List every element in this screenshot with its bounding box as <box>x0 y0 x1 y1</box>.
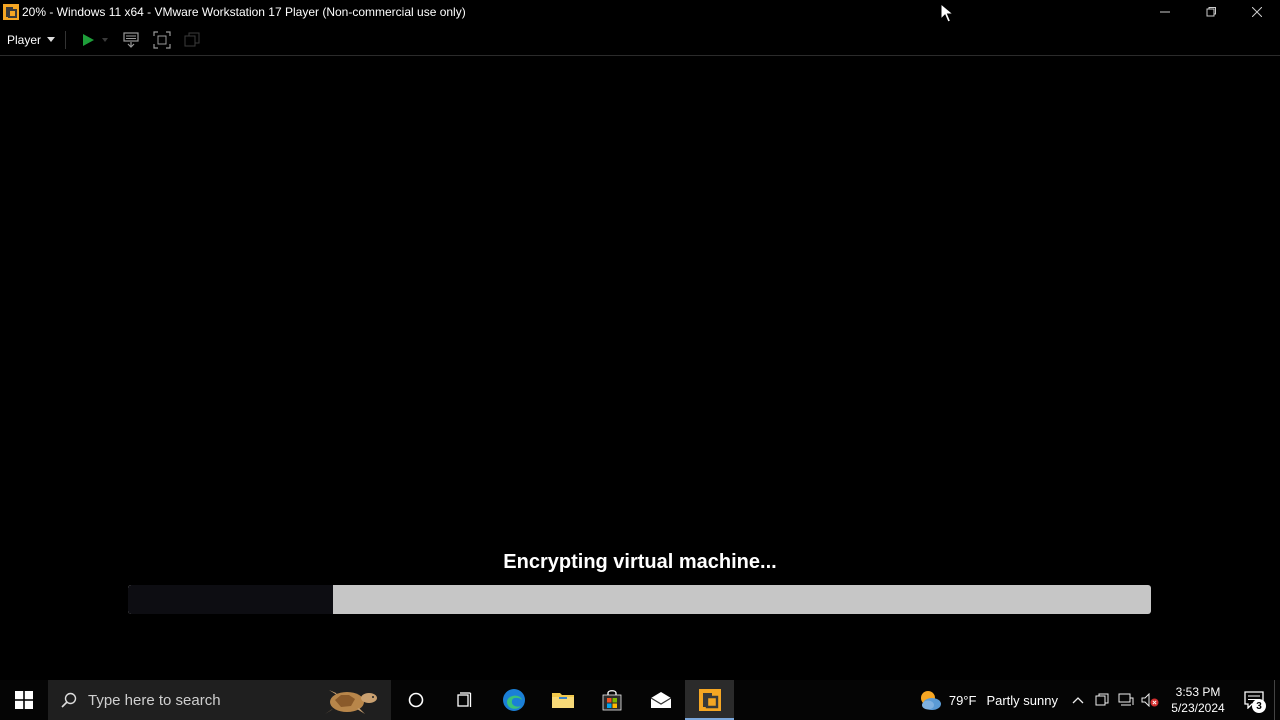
encryption-progress-bar <box>128 585 1151 614</box>
restore-button[interactable] <box>1188 0 1234 24</box>
encryption-status-text: Encrypting virtual machine... <box>503 551 777 573</box>
notification-count-badge: 3 <box>1252 699 1266 713</box>
show-hidden-icons-button[interactable] <box>1066 680 1090 720</box>
edge-button[interactable] <box>489 680 538 720</box>
taskbar-search-box[interactable] <box>48 680 391 720</box>
action-center-button[interactable]: 3 <box>1234 680 1274 720</box>
network-icon <box>1118 693 1134 706</box>
chevron-up-icon <box>1072 697 1084 704</box>
progress-fill <box>128 585 333 614</box>
show-desktop-button[interactable] <box>1274 680 1280 720</box>
task-view-icon <box>456 692 471 707</box>
close-button[interactable] <box>1234 0 1280 24</box>
unity-button[interactable] <box>180 28 204 52</box>
weather-condition: Partly sunny <box>986 692 1058 708</box>
toolbar-divider <box>65 30 67 49</box>
taskbar: 79°F Partly sunny 3:53 PM 5/23/2024 <box>0 680 1280 720</box>
send-ctrl-alt-del-button[interactable] <box>120 28 144 52</box>
mouse-cursor-icon <box>940 3 954 23</box>
vmware-tray-button[interactable] <box>1090 680 1114 720</box>
cortana-button[interactable] <box>391 680 440 720</box>
store-button[interactable] <box>587 680 636 720</box>
window-title: 20% - Windows 11 x64 - VMware Workstatio… <box>22 5 466 19</box>
title-bar: 20% - Windows 11 x64 - VMware Workstatio… <box>0 0 1280 24</box>
minimize-button[interactable] <box>1142 0 1188 24</box>
file-explorer-icon <box>551 693 574 708</box>
chevron-down-icon <box>47 37 56 42</box>
taskbar-clock[interactable]: 3:53 PM 5/23/2024 <box>1162 680 1234 720</box>
clock-date: 5/23/2024 <box>1171 701 1225 715</box>
vm-display[interactable]: Encrypting virtual machine... <box>0 57 1280 680</box>
vmware-taskbar-button[interactable] <box>685 680 734 720</box>
volume-muted-icon <box>1141 693 1159 707</box>
task-view-button[interactable] <box>440 680 489 720</box>
vm-tray-icon <box>1095 693 1109 706</box>
edge-icon <box>502 689 525 711</box>
cortana-icon <box>408 692 423 708</box>
vmware-icon <box>698 689 721 711</box>
play-icon <box>83 33 95 46</box>
vmware-icon[interactable] <box>2 3 20 21</box>
toolbar: Player <box>0 24 1280 56</box>
player-menu-label: Player <box>7 32 42 47</box>
partly-sunny-icon <box>917 687 943 713</box>
mail-icon <box>650 692 671 708</box>
weather-temp: 79°F <box>948 692 977 708</box>
network-button[interactable] <box>1114 680 1138 720</box>
weather-widget[interactable]: 79°F Partly sunny <box>909 680 1066 720</box>
mail-button[interactable] <box>636 680 685 720</box>
search-input[interactable] <box>88 691 308 709</box>
search-highlight-turtle-icon[interactable] <box>317 683 383 717</box>
system-tray: 79°F Partly sunny 3:53 PM 5/23/2024 3 <box>909 680 1280 720</box>
volume-button[interactable] <box>1138 680 1162 720</box>
store-icon <box>602 690 621 711</box>
search-icon <box>60 691 78 709</box>
play-dropdown-icon[interactable] <box>102 37 109 42</box>
start-button[interactable] <box>0 680 48 720</box>
fullscreen-button[interactable] <box>150 28 174 52</box>
window-controls <box>1142 0 1280 24</box>
file-explorer-button[interactable] <box>538 680 587 720</box>
play-button[interactable] <box>76 28 100 52</box>
player-menu[interactable]: Player <box>0 28 56 52</box>
clock-time: 3:53 PM <box>1175 685 1221 699</box>
send-ctrl-alt-del-icon <box>123 31 139 48</box>
unity-icon <box>184 32 200 46</box>
fullscreen-icon <box>153 30 171 49</box>
windows-logo-icon <box>15 691 33 709</box>
